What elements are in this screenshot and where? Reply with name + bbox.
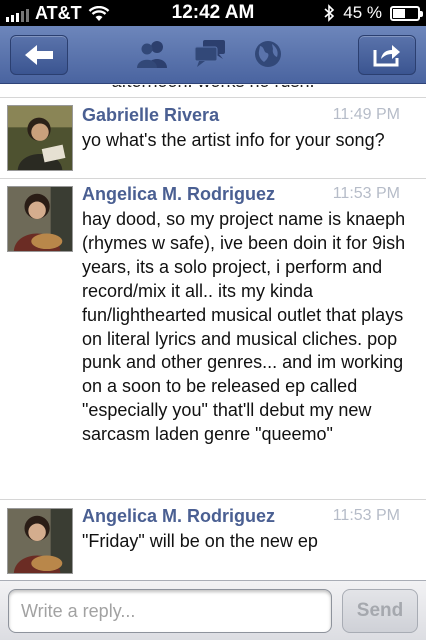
message-divider [0, 97, 426, 98]
message-time: 11:53 PM [332, 507, 400, 524]
reply-bar: Send [0, 580, 426, 640]
partial-message-text: afternoon. works no rush. [0, 85, 426, 93]
back-arrow-icon [25, 45, 53, 65]
message-item[interactable]: Gabrielle Rivera 11:49 PM yo what's the … [0, 105, 426, 177]
message-time: 11:49 PM [332, 106, 400, 123]
message-divider [0, 499, 426, 500]
avatar[interactable] [7, 186, 73, 252]
friends-icon[interactable] [135, 38, 169, 70]
messages-icon[interactable] [193, 38, 227, 70]
message-item[interactable]: Angelica M. Rodriguez 11:53 PM hay dood,… [0, 184, 426, 494]
avatar[interactable] [7, 508, 73, 574]
message-text: "Friday" will be on the new ep [82, 531, 318, 551]
navigation-bar [0, 26, 426, 84]
status-right: 45 % [323, 3, 423, 23]
send-button[interactable]: Send [342, 589, 418, 633]
share-button[interactable] [358, 35, 416, 75]
message-list[interactable]: afternoon. works no rush. Gabrielle Rive… [0, 85, 426, 580]
battery-fill [393, 8, 405, 18]
status-bar: AT&T 12:42 AM 45 % [0, 0, 426, 26]
nav-icon-group [135, 38, 285, 70]
sender-name[interactable]: Angelica M. Rodriguez [82, 184, 275, 205]
reply-input[interactable] [8, 589, 332, 633]
sender-name[interactable]: Gabrielle Rivera [82, 105, 219, 126]
sender-name[interactable]: Angelica M. Rodriguez [82, 506, 275, 527]
battery-icon [390, 5, 423, 21]
back-button[interactable] [10, 35, 68, 75]
bluetooth-icon [324, 4, 335, 22]
share-icon [373, 45, 400, 67]
message-text: yo what's the artist info for your song? [82, 130, 385, 150]
avatar[interactable] [7, 105, 73, 171]
message-time: 11:53 PM [332, 185, 400, 202]
message-item[interactable]: Angelica M. Rodriguez 11:53 PM "Friday" … [0, 506, 426, 578]
message-divider [0, 178, 426, 179]
message-text: hay dood, so my project name is knaeph (… [82, 209, 406, 445]
battery-percent: 45 % [343, 3, 382, 22]
globe-icon[interactable] [251, 38, 285, 70]
